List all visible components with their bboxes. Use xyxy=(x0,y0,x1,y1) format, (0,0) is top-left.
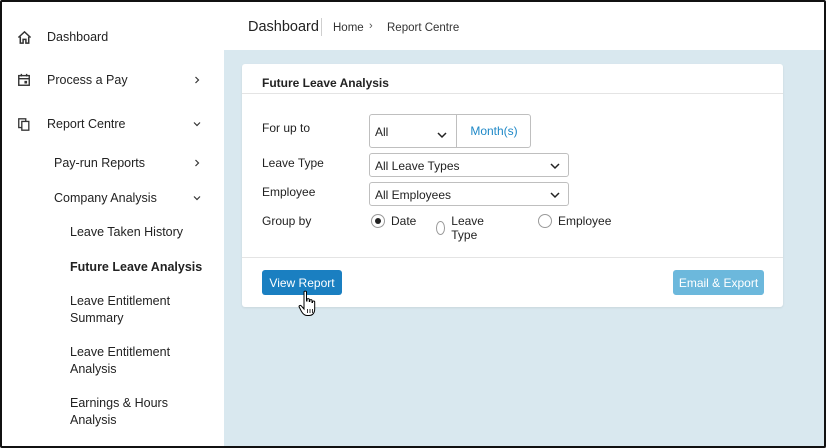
chevron-down-icon xyxy=(550,189,560,199)
chevron-down-icon xyxy=(192,119,202,129)
radio-label: Leave Type xyxy=(451,214,484,242)
leave-type-value: All Leave Types xyxy=(375,159,460,173)
chevron-down-icon xyxy=(437,127,447,139)
sidebar-item-leave-entitlement-summary[interactable]: Leave Entitlement Summary xyxy=(70,293,180,327)
radio-label: Date xyxy=(391,214,417,228)
divider xyxy=(242,257,783,258)
top-header: Dashboard Home › Report Centre xyxy=(224,2,824,51)
radio-date[interactable]: Date xyxy=(371,214,416,228)
radio-unselected-icon xyxy=(436,221,446,235)
leave-type-label: Leave Type xyxy=(262,156,324,170)
sidebar-item-leave-taken-history[interactable]: Leave Taken History xyxy=(70,224,183,241)
report-card: Future Leave Analysis For up to All Mont… xyxy=(242,64,783,307)
email-export-button[interactable]: Email & Export xyxy=(673,270,764,295)
app-window: Dashboard Process a Pay Report Centre Pa… xyxy=(0,0,826,448)
sidebar-item-pay-run-reports[interactable]: Pay-run Reports xyxy=(2,154,224,172)
divider xyxy=(242,93,783,94)
group-by-label: Group by xyxy=(262,214,312,228)
employee-label: Employee xyxy=(262,185,316,199)
breadcrumb-home[interactable]: Home xyxy=(333,22,364,34)
breadcrumb-separator-icon: › xyxy=(369,20,373,32)
radio-selected-icon xyxy=(371,214,385,228)
radio-unselected-icon xyxy=(538,214,552,228)
for-up-to-label: For up to xyxy=(262,121,311,135)
main-content: Future Leave Analysis For up to All Mont… xyxy=(224,50,824,446)
chevron-down-icon xyxy=(550,160,560,170)
calendar-icon xyxy=(16,72,32,88)
chevron-right-icon xyxy=(192,158,202,168)
employee-select[interactable]: All Employees xyxy=(369,182,569,206)
period-control: All Month(s) xyxy=(369,114,531,148)
header-divider xyxy=(321,18,322,36)
documents-icon xyxy=(16,116,32,132)
sidebar-item-future-leave-analysis[interactable]: Future Leave Analysis xyxy=(70,259,202,276)
page-title: Dashboard xyxy=(248,19,319,35)
radio-leave-type[interactable]: Leave Type xyxy=(436,214,489,242)
sidebar-item-label: Company Analysis xyxy=(54,191,157,205)
sidebar-item-earnings-hours-analysis[interactable]: Earnings & Hours Analysis xyxy=(70,395,180,429)
period-select[interactable]: All xyxy=(370,115,456,147)
report-title: Future Leave Analysis xyxy=(262,76,389,90)
radio-employee[interactable]: Employee xyxy=(538,214,611,228)
employee-value: All Employees xyxy=(375,188,452,202)
sidebar-item-label: Pay-run Reports xyxy=(54,156,146,170)
period-select-value: All xyxy=(375,125,389,139)
sidebar-item-process-a-pay[interactable]: Process a Pay xyxy=(2,71,224,89)
sidebar-item-leave-entitlement-analysis[interactable]: Leave Entitlement Analysis xyxy=(70,344,180,378)
hand-cursor-icon xyxy=(298,290,316,316)
sidebar-item-label: Process a Pay xyxy=(47,73,128,87)
sidebar-item-dashboard[interactable]: Dashboard xyxy=(2,28,224,46)
months-button[interactable]: Month(s) xyxy=(457,115,531,147)
sidebar-item-label: Report Centre xyxy=(47,117,126,131)
sidebar-item-label: Dashboard xyxy=(47,30,109,44)
sidebar: Dashboard Process a Pay Report Centre Pa… xyxy=(2,2,224,446)
radio-label: Employee xyxy=(558,214,612,228)
sidebar-item-report-centre[interactable]: Report Centre xyxy=(2,115,224,133)
sidebar-item-company-analysis[interactable]: Company Analysis xyxy=(2,189,224,207)
home-icon xyxy=(16,29,32,45)
chevron-down-icon xyxy=(192,193,202,203)
chevron-right-icon xyxy=(192,75,202,85)
leave-type-select[interactable]: All Leave Types xyxy=(369,153,569,177)
breadcrumb-report-centre: Report Centre xyxy=(387,22,460,34)
